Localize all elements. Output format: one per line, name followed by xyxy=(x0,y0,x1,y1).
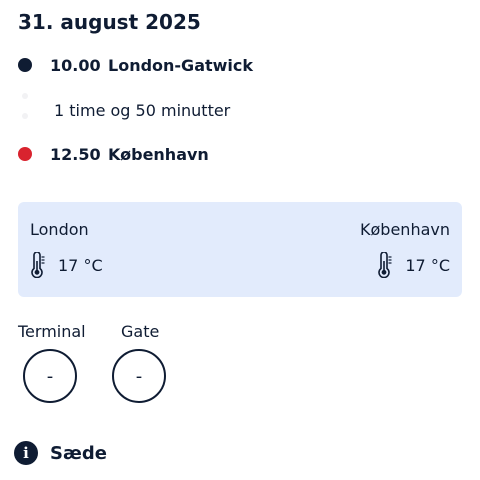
seat-section-header[interactable]: i Sæde xyxy=(14,441,107,465)
thermometer-icon xyxy=(31,252,45,278)
origin-temperature: 17 °C xyxy=(58,255,103,275)
destination-temperature: 17 °C xyxy=(405,255,450,275)
connector-dot xyxy=(22,113,28,119)
terminal-label: Terminal xyxy=(18,322,86,341)
gate-value: - xyxy=(135,365,143,387)
arrival-dot-icon xyxy=(18,147,32,161)
departure-time: 10.00 xyxy=(50,55,101,75)
info-icon[interactable]: i xyxy=(14,441,38,465)
terminal-value: - xyxy=(46,365,54,387)
gate-label: Gate xyxy=(121,322,160,341)
weather-card: London København 17 °C 17 °C xyxy=(18,202,462,297)
destination-city: København xyxy=(360,220,450,239)
arrival-place: København xyxy=(108,144,209,164)
gate-value-circle: - xyxy=(112,349,166,403)
origin-weather: 17 °C xyxy=(30,252,103,278)
departure-place: London-Gatwick xyxy=(108,55,254,75)
origin-city: London xyxy=(30,220,89,239)
arrival-row: 12.50 København xyxy=(18,143,209,165)
flight-duration: 1 time og 50 minutter xyxy=(54,101,231,120)
route-connector xyxy=(22,93,28,133)
flight-date-title: 31. august 2025 xyxy=(18,10,201,34)
connector-dot xyxy=(22,93,28,99)
destination-weather: 17 °C xyxy=(377,252,450,278)
departure-dot-icon xyxy=(18,58,32,72)
flight-details-screen: 31. august 2025 10.00 London-Gatwick 1 t… xyxy=(0,0,480,480)
thermometer-icon xyxy=(378,252,392,278)
seat-label: Sæde xyxy=(50,442,107,464)
departure-row: 10.00 London-Gatwick xyxy=(18,54,253,76)
arrival-time: 12.50 xyxy=(50,144,101,164)
terminal-value-circle: - xyxy=(23,349,77,403)
